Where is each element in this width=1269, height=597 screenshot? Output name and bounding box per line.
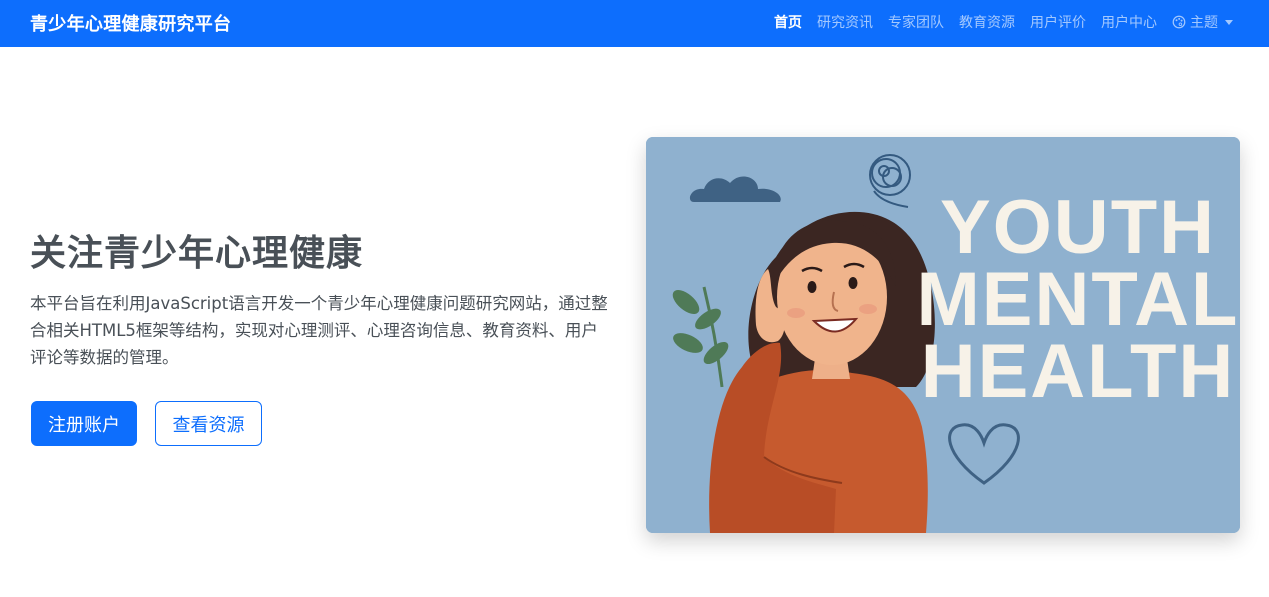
nav-link-research-news[interactable]: 研究资讯 [817,12,873,32]
nav-link-user-reviews[interactable]: 用户评价 [1030,12,1086,32]
palette-icon [1172,15,1186,29]
nav-link-user-center[interactable]: 用户中心 [1101,12,1157,32]
image-text-line-3: HEALTH [921,329,1236,414]
view-resources-button[interactable]: 查看资源 [155,401,262,446]
hero-illustration: YOUTH MENTAL HEALTH [646,137,1240,533]
navbar: 青少年心理健康研究平台 首页 研究资讯 专家团队 教育资源 用户评价 用户中心 … [0,0,1269,47]
nav-link-education-resources[interactable]: 教育资源 [959,12,1015,32]
hero-description: 本平台旨在利用JavaScript语言开发一个青少年心理健康问题研究网站，通过整… [30,294,608,367]
chevron-down-icon [1225,19,1233,25]
nav-links: 首页 研究资讯 专家团队 教育资源 用户评价 用户中心 主题 [774,12,1233,32]
nav-link-expert-team[interactable]: 专家团队 [888,12,944,32]
hero-title: 关注青少年心理健康 [30,233,364,274]
brand-title[interactable]: 青少年心理健康研究平台 [30,10,231,36]
youth-mental-health-text: YOUTH MENTAL HEALTH [917,185,1238,414]
theme-dropdown[interactable]: 主题 [1172,12,1233,32]
register-account-button[interactable]: 注册账户 [31,401,137,446]
nav-link-home[interactable]: 首页 [774,12,802,32]
youth-mental-health-illustration: YOUTH MENTAL HEALTH [646,137,1240,533]
theme-label: 主题 [1190,15,1218,31]
